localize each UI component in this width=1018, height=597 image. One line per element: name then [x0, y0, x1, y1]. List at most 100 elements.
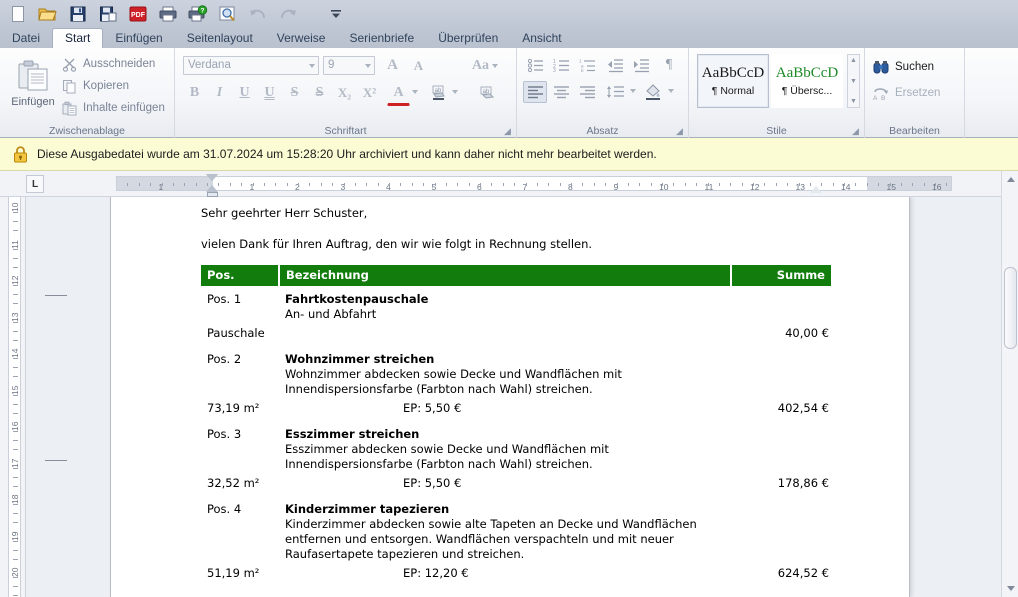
undo-button[interactable] [244, 1, 272, 27]
tab-einfuegen[interactable]: Einfügen [103, 28, 174, 48]
align-left-button[interactable] [523, 81, 547, 103]
save-document-button[interactable] [64, 1, 92, 27]
scrollbar-thumb[interactable] [1004, 267, 1017, 349]
vertical-ruler-tick [13, 248, 18, 250]
styles-more-icon[interactable]: ▼ [850, 98, 857, 105]
style-item-ueberschrift[interactable]: AaBbCcD ¶ Übersc... [771, 54, 843, 108]
increase-indent-button[interactable] [629, 54, 653, 76]
bold-button[interactable]: B [183, 82, 206, 104]
open-document-button[interactable] [34, 1, 62, 27]
invoice-table: Pos. Bezeichnung Summe Pos. 1 Fahrtkoste… [201, 265, 831, 586]
paste-special-button[interactable]: Inhalte einfügen [62, 98, 165, 118]
ruler-tick [389, 183, 390, 186]
strikethrough-button[interactable]: S [283, 82, 306, 104]
copy-button[interactable]: Kopieren [62, 76, 129, 96]
scroll-down-icon[interactable]: ▼ [850, 78, 857, 85]
superscript-button[interactable]: X² [358, 82, 381, 104]
document-area[interactable]: Sehr geehrter Herr Schuster, vielen Dank… [26, 197, 1001, 597]
highlight-button[interactable]: ab [427, 82, 450, 104]
replace-ab-icon: A B [873, 87, 888, 101]
ruler-track[interactable]: 1 1 2 3 4 5 6 7 8 9 10 11 12 13 14 15 16 [116, 176, 952, 192]
tab-verweise[interactable]: Verweise [265, 28, 338, 48]
underline-button[interactable]: U [233, 82, 256, 104]
font-color-button[interactable]: A [387, 82, 410, 106]
italic-button[interactable]: I [208, 82, 231, 104]
tab-stop-selector[interactable]: L [26, 175, 44, 193]
vertical-ruler[interactable]: 10 11 12 13 14 15 16 17 18 19 20 [0, 197, 26, 597]
vertical-ruler-tick [13, 595, 18, 597]
scroll-up-icon[interactable]: ▲ [850, 57, 857, 64]
hanging-indent-marker[interactable] [206, 185, 218, 192]
document-content[interactable]: Sehr geehrter Herr Schuster, vielen Dank… [201, 205, 831, 586]
shrink-font-button[interactable]: A [407, 55, 430, 77]
font-name-combo[interactable]: Verdana [183, 56, 319, 75]
zoom-preview-button[interactable] [214, 1, 242, 27]
ruler-tick [639, 183, 641, 186]
export-pdf-button[interactable]: PDF [124, 1, 152, 27]
multilevel-list-button[interactable]: 1 a b [575, 54, 599, 76]
font-dialog-launcher[interactable]: ◢ [504, 127, 513, 136]
first-line-indent-marker[interactable] [206, 174, 218, 181]
ruler-tick [457, 183, 459, 186]
print-preview-button[interactable]: ? [184, 1, 212, 27]
scroll-down-button[interactable] [1002, 580, 1018, 597]
row-detail: Esszimmer abdecken sowie Decke und Wandf… [285, 442, 609, 471]
double-strikethrough-button[interactable]: S [308, 82, 331, 104]
find-button[interactable]: Suchen [873, 56, 934, 78]
ruler-tick [298, 183, 299, 186]
decrease-indent-icon [607, 58, 623, 72]
increase-indent-icon [633, 58, 649, 72]
line-spacing-button[interactable] [603, 81, 627, 103]
tab-start[interactable]: Start [52, 28, 104, 48]
styles-scrollbar[interactable]: ▲ ▼ ▼ [847, 54, 860, 108]
numbered-list-button[interactable]: 1 2 3 [549, 54, 573, 76]
vertical-scrollbar[interactable] [1001, 171, 1018, 597]
quick-access-toolbar: PDF ? [0, 0, 1018, 28]
paste-button[interactable]: Einfügen [6, 52, 60, 120]
subscript-button[interactable]: X₂ [333, 82, 356, 104]
tab-serienbriefe[interactable]: Serienbriefe [337, 28, 426, 48]
decrease-indent-button[interactable] [603, 54, 627, 76]
change-case-button[interactable]: Aa [467, 55, 503, 77]
right-indent-marker[interactable] [810, 186, 822, 193]
align-center-button[interactable] [549, 81, 573, 103]
double-underline-button[interactable]: U [258, 82, 281, 104]
ruler-left-margin-zone [117, 177, 213, 190]
ruler-tick [912, 183, 914, 186]
font-color-dropdown[interactable] [409, 86, 421, 98]
grow-font-button[interactable]: A [381, 54, 404, 76]
replace-button[interactable]: A B Ersetzen [873, 82, 940, 104]
customize-toolbar-button[interactable] [322, 1, 350, 27]
bullet-list-icon [527, 58, 543, 72]
tab-ueberpruefen[interactable]: Überprüfen [426, 28, 510, 48]
document-page[interactable]: Sehr geehrter Herr Schuster, vielen Dank… [45, 197, 910, 597]
line-spacing-dropdown[interactable] [627, 85, 638, 96]
bullet-list-button[interactable] [523, 54, 547, 76]
ruler-tick [548, 183, 550, 186]
align-right-button[interactable] [575, 81, 599, 103]
scroll-up-button[interactable] [1002, 171, 1018, 188]
new-document-button[interactable] [4, 1, 32, 27]
highlight-dropdown[interactable] [449, 86, 461, 98]
tab-datei[interactable]: Datei [0, 28, 52, 48]
copy-label: Kopieren [83, 80, 130, 92]
clear-formatting-button[interactable]: ab [475, 82, 498, 104]
paragraph-dialog-launcher[interactable]: ◢ [676, 127, 685, 136]
tab-seitenlayout[interactable]: Seitenlayout [175, 28, 265, 48]
print-button[interactable] [154, 1, 182, 27]
table-row: Pos. 2 Wohnzimmer streichen Wohnzimmer a… [201, 346, 831, 397]
tab-ansicht[interactable]: Ansicht [510, 28, 573, 48]
shading-button[interactable] [641, 81, 665, 103]
horizontal-ruler[interactable]: L 1 1 2 3 4 5 6 7 8 9 10 11 12 13 14 15 16 [0, 171, 1001, 197]
font-size-value: 9 [328, 59, 335, 71]
font-size-combo[interactable]: 9 [323, 56, 375, 75]
cut-button[interactable]: Ausschneiden [62, 54, 155, 74]
double-underline-label: U [264, 85, 275, 100]
shading-dropdown[interactable] [665, 85, 676, 96]
redo-button[interactable] [274, 1, 302, 27]
style-item-normal[interactable]: AaBbCcD ¶ Normal [697, 54, 769, 108]
save-as-button[interactable] [94, 1, 122, 27]
show-formatting-marks-button[interactable]: ¶ [657, 54, 681, 76]
styles-dialog-launcher[interactable]: ◢ [852, 127, 861, 136]
row-sum [731, 286, 831, 322]
